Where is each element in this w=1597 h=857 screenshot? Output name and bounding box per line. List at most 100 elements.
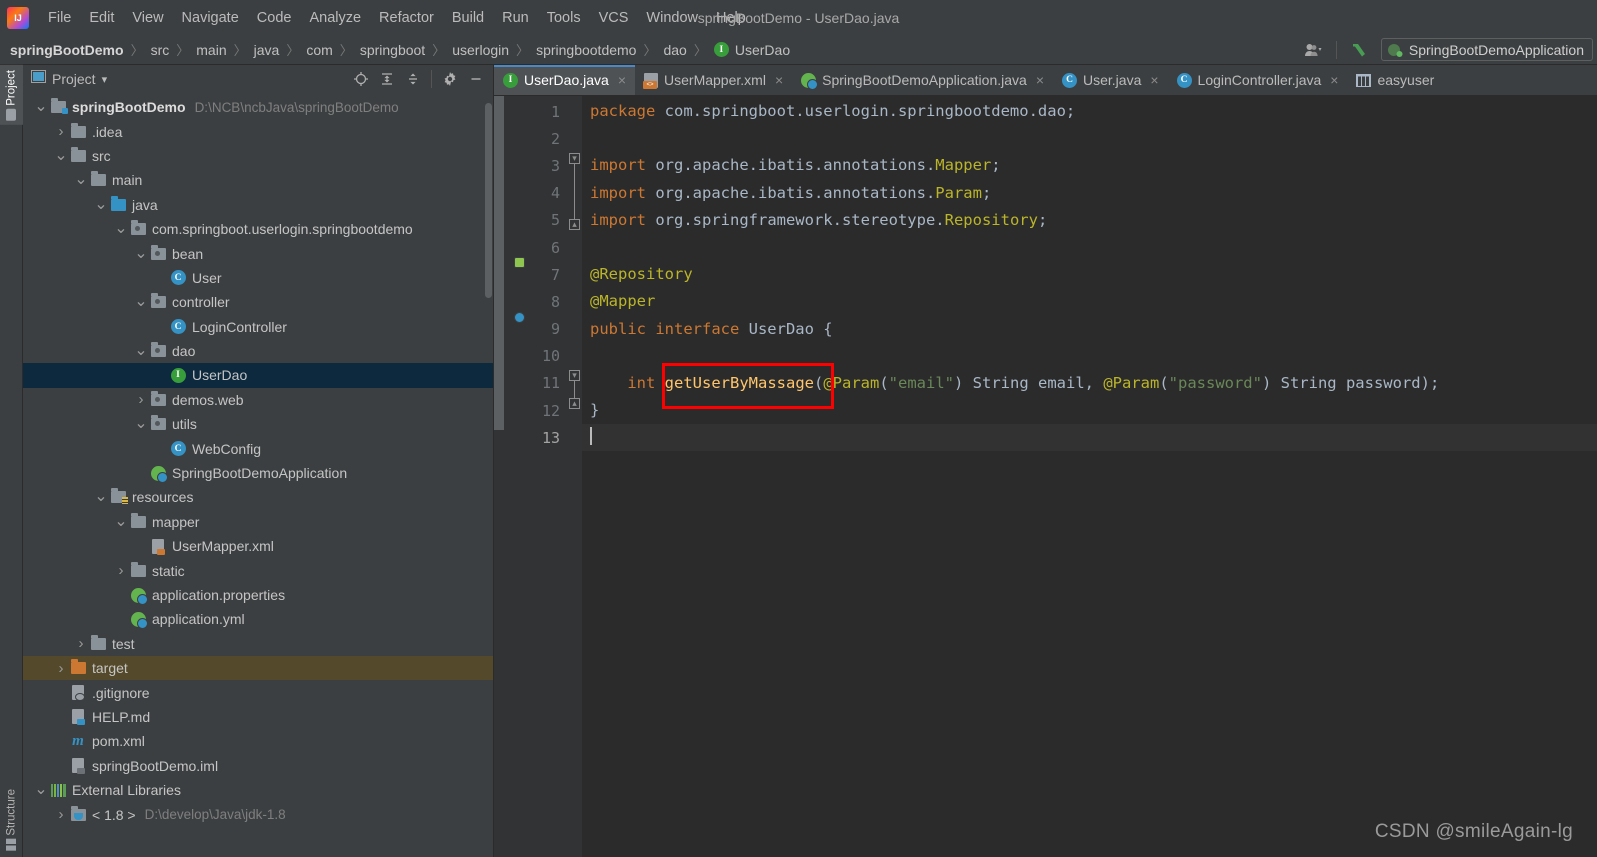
chevron-down-icon[interactable]: ⌄ bbox=[53, 147, 69, 163]
chevron-down-icon[interactable]: ⌄ bbox=[73, 172, 89, 188]
user-dropdown-icon[interactable] bbox=[1302, 39, 1326, 61]
close-icon[interactable]: × bbox=[1330, 72, 1338, 88]
tree-node-utils[interactable]: ⌄ utils bbox=[23, 412, 494, 436]
chevron-down-icon[interactable]: ⌄ bbox=[133, 343, 149, 359]
tree-node-resources[interactable]: ⌄ resources bbox=[23, 485, 494, 509]
editor-tab-easyuser[interactable]: easyuser bbox=[1347, 65, 1443, 95]
tree-node-pom-xml[interactable]: m pom.xml bbox=[23, 729, 494, 753]
editor-tab-logincontroller-java[interactable]: C LoginController.java × bbox=[1168, 65, 1348, 95]
chevron-down-icon[interactable]: ⌄ bbox=[93, 196, 109, 212]
fold-marker-class[interactable]: ▾ bbox=[569, 370, 580, 381]
breadcrumb-item-src[interactable]: src bbox=[151, 42, 170, 58]
code-folding-column[interactable]: ▾ ▴ ▾ ▴ bbox=[566, 96, 582, 857]
close-icon[interactable]: × bbox=[1036, 72, 1044, 88]
menu-item-analyze[interactable]: Analyze bbox=[300, 7, 370, 29]
breadcrumb-item-springboot[interactable]: springboot bbox=[360, 42, 425, 58]
tree-node-help-md[interactable]: HELP.md bbox=[23, 705, 494, 729]
tree-node-springbootdemo[interactable]: ⌄ springBootDemo D:\NCB\ncbJava\springBoot… bbox=[23, 95, 494, 119]
tree-node-demos-web[interactable]: › demos.web bbox=[23, 388, 494, 412]
chevron-down-icon[interactable]: ⌄ bbox=[113, 221, 129, 237]
tree-node-mapper[interactable]: ⌄ mapper bbox=[23, 510, 494, 534]
breadcrumb-item-userlogin[interactable]: userlogin bbox=[452, 42, 509, 58]
tree-node--gitignore[interactable]: .gitignore bbox=[23, 680, 494, 704]
chevron-down-icon[interactable]: ⌄ bbox=[33, 99, 49, 115]
tree-node--1-8-[interactable]: › < 1.8 > D:\develop\Java\jdk-1.8 bbox=[23, 802, 494, 826]
menu-item-code[interactable]: Code bbox=[248, 7, 301, 29]
menu-item-tools[interactable]: Tools bbox=[538, 7, 590, 29]
tool-window-tab-project[interactable]: Project bbox=[0, 65, 23, 125]
menu-item-help[interactable]: Help bbox=[707, 7, 755, 29]
menu-item-edit[interactable]: Edit bbox=[80, 7, 123, 29]
breadcrumb-item-dao[interactable]: dao bbox=[663, 42, 686, 58]
fold-marker-class-end[interactable]: ▴ bbox=[569, 398, 580, 409]
collapse-all-icon[interactable] bbox=[401, 68, 425, 90]
menu-item-file[interactable]: File bbox=[39, 7, 80, 29]
tree-node-com-springboot-userlogin-springbootdemo[interactable]: ⌄ com.springboot.userlogin.springbootdemo bbox=[23, 217, 494, 241]
chevron-right-icon[interactable]: › bbox=[73, 635, 89, 652]
chevron-right-icon[interactable]: › bbox=[113, 562, 129, 579]
menu-item-navigate[interactable]: Navigate bbox=[173, 7, 248, 29]
code-editor[interactable]: package com.springboot.userlogin.springb… bbox=[582, 96, 1597, 857]
breadcrumb-item-userdao[interactable]: I UserDao bbox=[713, 42, 790, 58]
menu-item-refactor[interactable]: Refactor bbox=[370, 7, 443, 29]
breadcrumb-item-springbootdemo[interactable]: springBootDemo bbox=[10, 42, 124, 58]
chevron-down-icon[interactable]: ⌄ bbox=[133, 294, 149, 310]
project-tree-scrollbar[interactable] bbox=[485, 103, 492, 298]
tree-node-java[interactable]: ⌄ java bbox=[23, 193, 494, 217]
build-hammer-icon[interactable] bbox=[1347, 39, 1371, 61]
tree-node-usermapper-xml[interactable]: UserMapper.xml bbox=[23, 534, 494, 558]
menu-item-vcs[interactable]: VCS bbox=[590, 7, 638, 29]
menu-item-build[interactable]: Build bbox=[443, 7, 493, 29]
tree-node-user[interactable]: C User bbox=[23, 266, 494, 290]
chevron-down-icon[interactable]: ▾ bbox=[102, 73, 108, 86]
fold-marker-imports[interactable]: ▾ bbox=[569, 153, 580, 164]
fold-marker-imports-end[interactable]: ▴ bbox=[569, 219, 580, 230]
locate-icon[interactable] bbox=[349, 68, 373, 90]
tree-node-userdao[interactable]: I UserDao bbox=[23, 363, 494, 388]
chevron-down-icon[interactable]: ⌄ bbox=[33, 782, 49, 798]
menu-item-window[interactable]: Window bbox=[637, 7, 707, 29]
settings-gear-icon[interactable] bbox=[438, 68, 462, 90]
breadcrumb-item-java[interactable]: java bbox=[254, 42, 280, 58]
tree-node--idea[interactable]: › .idea bbox=[23, 119, 494, 143]
breadcrumb-item-springbootdemo[interactable]: springbootdemo bbox=[536, 42, 636, 58]
menu-item-view[interactable]: View bbox=[123, 7, 172, 29]
close-icon[interactable]: × bbox=[1150, 72, 1158, 88]
hide-panel-icon[interactable] bbox=[464, 68, 488, 90]
spring-mapper-icon[interactable] bbox=[523, 321, 540, 338]
chevron-down-icon[interactable]: ⌄ bbox=[133, 245, 149, 261]
chevron-right-icon[interactable]: › bbox=[53, 660, 69, 677]
spring-bean-icon[interactable] bbox=[523, 266, 540, 283]
close-icon[interactable]: × bbox=[618, 72, 626, 88]
tool-window-tab-structure[interactable]: Structure bbox=[0, 784, 23, 855]
tree-node-springbootdemo-iml[interactable]: springBootDemo.iml bbox=[23, 754, 494, 778]
editor-tab-springbootdemoapplication-java[interactable]: SpringBootDemoApplication.java × bbox=[792, 65, 1053, 95]
tree-node-application-properties[interactable]: application.properties bbox=[23, 583, 494, 607]
tree-node-application-yml[interactable]: application.yml bbox=[23, 607, 494, 631]
tree-node-target[interactable]: › target bbox=[23, 655, 494, 681]
close-icon[interactable]: × bbox=[775, 72, 783, 88]
tree-node-bean[interactable]: ⌄ bean bbox=[23, 241, 494, 265]
breadcrumb-item-main[interactable]: main bbox=[196, 42, 226, 58]
tree-node-webconfig[interactable]: C WebConfig bbox=[23, 436, 494, 460]
project-tree[interactable]: ⌄ springBootDemo D:\NCB\ncbJava\springBoot… bbox=[23, 93, 494, 857]
editor-tab-usermapper-xml[interactable]: UserMapper.xml × bbox=[635, 65, 792, 95]
tree-node-dao[interactable]: ⌄ dao bbox=[23, 339, 494, 363]
chevron-down-icon[interactable]: ⌄ bbox=[93, 489, 109, 505]
tree-node-main[interactable]: ⌄ main bbox=[23, 168, 494, 192]
chevron-right-icon[interactable]: › bbox=[53, 806, 69, 823]
tree-node-src[interactable]: ⌄ src bbox=[23, 144, 494, 168]
tree-node-external-libraries[interactable]: ⌄ External Libraries bbox=[23, 778, 494, 802]
editor-gutter[interactable]: 1 2 3 4 5 6 7 8 9 10 11 12 13 bbox=[494, 96, 566, 857]
menu-item-run[interactable]: Run bbox=[493, 7, 538, 29]
chevron-right-icon[interactable]: › bbox=[53, 123, 69, 140]
editor-tab-userdao-java[interactable]: I UserDao.java × bbox=[494, 65, 636, 95]
chevron-down-icon[interactable]: ⌄ bbox=[113, 513, 129, 529]
chevron-down-icon[interactable]: ⌄ bbox=[133, 416, 149, 432]
tree-node-static[interactable]: › static bbox=[23, 558, 494, 582]
tree-node-logincontroller[interactable]: C LoginController bbox=[23, 315, 494, 339]
breadcrumb-item-com[interactable]: com bbox=[306, 42, 332, 58]
run-configuration-selector[interactable]: SpringBootDemoApplication bbox=[1380, 38, 1593, 61]
tree-node-springbootdemoapplication[interactable]: SpringBootDemoApplication bbox=[23, 461, 494, 485]
tree-node-test[interactable]: › test bbox=[23, 632, 494, 656]
